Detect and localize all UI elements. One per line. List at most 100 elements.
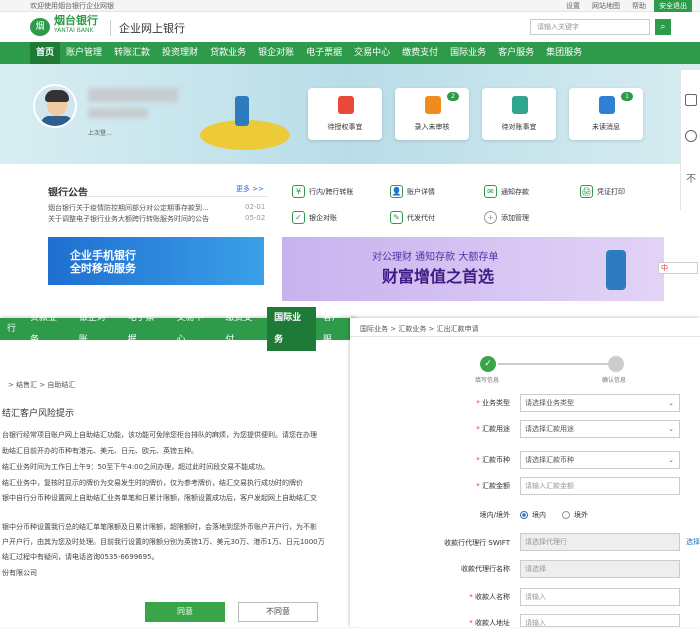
notice-date: 05-02 [245,214,266,222]
purpose-select[interactable]: 请选择汇款用途 ⌄ [520,420,680,438]
nav-item-accounts[interactable]: 账户管理 [60,42,108,64]
quick-link-label: 账户详情 [407,187,435,196]
label-text: 汇款用途 [482,425,510,433]
nav-item-reconcile[interactable]: 银企对账 [252,42,300,64]
top-strip: 欢迎使用烟台银行企业网银 设置 网站地图 帮助 安全退出 [0,0,700,12]
search-input[interactable]: 请输入关键字 [530,19,650,35]
quick-link-label: 行内/跨行转账 [309,187,354,196]
promo-figure [606,250,626,290]
quick-link-add[interactable]: + 添加管理 [484,211,529,224]
nav-item-loans[interactable]: 贷款业务 [204,42,252,64]
notice-paragraph: 结汇业务时间为工作日上午9：50至下午4:00之间办理，超过此时间段交易不能成功… [2,463,270,471]
quick-link-account-detail[interactable]: 👤 账户详情 [390,185,435,198]
nav-item-international[interactable]: 国际业务 [444,42,492,64]
ime-indicator[interactable]: 中 [658,262,698,274]
nav-item-invest[interactable]: 投资理财 [156,42,204,64]
nav-item-loans[interactable]: 贷款业务 [23,307,72,351]
card-label: 未读消息 [592,123,620,131]
card-unreviewed-entries[interactable]: 2 录入未审核 [395,88,469,140]
notice-more-link[interactable]: 更多 >> [236,184,264,194]
radio-overseas[interactable] [562,511,570,519]
nav-item-ebills[interactable]: 电子票据 [121,307,170,351]
nav-item-reconcile[interactable]: 银企对账 [72,307,121,351]
card-unread-messages[interactable]: 1 未读消息 [569,88,643,140]
clipboard-icon [338,96,354,114]
page-title: 结汇客户风险提示 [2,409,75,419]
quick-link-payroll[interactable]: ✎ 代发代付 [390,211,435,224]
field-label-swift: 收款行代理行 SWIFT [444,539,510,547]
quick-link-notice-deposit[interactable]: ✉ 通知存款 [484,185,529,198]
quick-link-print[interactable]: 🖨 凭证打印 [580,185,625,198]
outward-remittance-panel: 国际业务 > 汇款业务 > 汇出汇款申请 ✓ 填写信息 确认信息 * 业务类型 … [350,318,700,627]
help-link[interactable]: 帮助 [628,0,650,12]
field-label-business-type: * 业务类型 [476,399,510,407]
portal-home-panel: 欢迎使用烟台银行企业网银 设置 网站地图 帮助 安全退出 烟 烟台银行 YANT… [0,0,700,315]
bank-logo-icon: 烟 [30,18,50,36]
logout-button[interactable]: 安全退出 [654,0,692,12]
bank-name-en: YANTAI BANK [54,27,94,34]
main-nav: 首页 账户管理 转账汇款 投资理财 贷款业务 银企对账 电子票据 交易中心 缴费… [0,42,700,64]
agent-bank-name-input[interactable]: 请选择 [520,560,680,578]
nav-item[interactable]: 行 [0,318,23,340]
edit-doc-icon [425,96,441,114]
user-name-redacted [88,88,178,102]
count-badge: 2 [447,92,459,101]
select-value: 请选择汇款币种 [525,456,574,464]
nav-home[interactable]: 首页 [30,42,61,64]
field-label-currency: * 汇款币种 [476,456,510,464]
last-login-text: 上次登... [88,130,112,137]
printer-icon: 🖨 [580,185,593,198]
plus-icon: + [484,211,497,224]
payee-address-input[interactable]: 请输入 [520,614,680,627]
search-icon[interactable]: ⌕ [655,19,671,35]
quick-link-label: 添加管理 [501,213,529,222]
card-label: 待对账事宜 [501,123,537,131]
payee-name-input[interactable]: 请输入 [520,588,680,606]
breadcrumb: 国际业务 > 汇款业务 > 汇出汇款申请 [360,325,479,333]
field-label-domestic: 境内/境外 [479,511,510,519]
label-text: 收款人名称 [475,593,510,601]
quick-link-reconcile[interactable]: ✓ 银企对账 [292,211,337,224]
disagree-button[interactable]: 不同意 [238,602,318,622]
settings-link[interactable]: 设置 [562,0,584,12]
customer-service-icon[interactable] [685,130,697,142]
chevron-down-icon: ⌄ [668,399,674,407]
currency-select[interactable]: 请选择汇款币种 ⌄ [520,451,680,469]
nav-item-international[interactable]: 国际业务 [267,307,316,351]
business-type-select[interactable]: 请选择业务类型 ⌄ [520,394,680,412]
checklist-icon [512,96,528,114]
nav-item-payments[interactable]: 缴费支付 [396,42,444,64]
wealth-promo-line2: 财富增值之首选 [382,267,495,286]
radio-domestic[interactable] [520,511,528,519]
notice-paragraph: 结汇业务中，复核时显示的牌价为交易发生时的牌价，仅为参考牌价，结汇交易执行成功时… [2,479,303,487]
secondary-nav: 行 贷款业务 银企对账 电子票据 交易中心 缴费支付 国际业务 客户服 [0,307,356,351]
agree-button[interactable]: 同意 [145,602,225,622]
nav-item-ebills[interactable]: 电子票据 [300,42,348,64]
sitemap-link[interactable]: 网站地图 [588,0,624,12]
step-connector [498,363,608,365]
notice-item[interactable]: 关于调整电子银行业务大额跨行转账服务时间的公告 [48,214,209,224]
card-pending-authorization[interactable]: 待授权事宜 [308,88,382,140]
more-icon[interactable]: 不 [686,170,696,185]
swift-input[interactable]: 请选择代理行 [520,533,680,551]
select-swift-link[interactable]: 选择 [686,537,700,547]
nav-item-trade[interactable]: 交易中心 [169,307,218,351]
card-pending-reconciliation[interactable]: 待对账事宜 [482,88,556,140]
phone-icon[interactable] [685,94,697,106]
mail-icon: ✉ [484,185,497,198]
notice-date: 02-01 [245,203,266,211]
nav-item-group[interactable]: 集团服务 [540,42,588,64]
bank-name: 烟台银行 [54,14,98,27]
notice-item[interactable]: 烟台银行关于疫情防控期间部分对公定期事存款到... [48,203,209,213]
card-label: 待授权事宜 [327,123,363,131]
nav-item-service[interactable]: 客户服务 [492,42,540,64]
nav-item-payments[interactable]: 缴费支付 [218,307,267,351]
nav-item-transfer[interactable]: 转账汇款 [108,42,156,64]
quick-link-transfer[interactable]: ¥ 行内/跨行转账 [292,185,353,198]
amount-input[interactable]: 请输入汇款金额 [520,477,680,495]
select-value: 请选择汇款用途 [525,425,574,433]
nav-item-trade[interactable]: 交易中心 [348,42,396,64]
notice-paragraph: 助结汇目前开办的币种有港元、美元、日元、欧元、英镑五种。 [2,447,198,455]
user-icon: 👤 [390,185,403,198]
select-value: 请选择业务类型 [525,399,574,407]
